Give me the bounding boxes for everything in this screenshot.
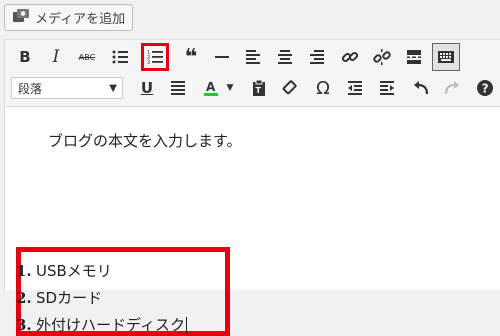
outdent-button[interactable] <box>341 74 369 102</box>
list-item-text: USBメモリ <box>36 262 112 280</box>
add-media-button[interactable]: メディアを追加 <box>4 4 133 31</box>
bulleted-list-icon <box>112 50 128 64</box>
text-color-icon: A <box>204 80 218 96</box>
undo-button[interactable] <box>407 74 435 102</box>
align-left-icon <box>246 50 260 64</box>
unlink-icon <box>373 49 391 65</box>
svg-text:T: T <box>256 86 262 95</box>
horizontal-line-button[interactable] <box>208 43 236 71</box>
bold-button[interactable]: B <box>11 43 39 71</box>
undo-icon <box>414 81 429 95</box>
format-select[interactable]: 段落 ▼ <box>11 77 123 99</box>
keyboard-icon <box>438 51 454 63</box>
align-center-icon <box>278 50 292 64</box>
list-item-text: SDカード <box>36 289 103 307</box>
chevron-down-icon: ▼ <box>109 83 117 94</box>
clear-formatting-button[interactable] <box>277 74 305 102</box>
numbered-list-button[interactable]: 123 <box>141 43 169 71</box>
justify-button[interactable] <box>164 74 192 102</box>
help-icon: ? <box>477 80 493 96</box>
horizontal-line-icon <box>215 56 229 58</box>
insert-link-button[interactable] <box>336 43 364 71</box>
body-paragraph: ブログの本文を入力します。 <box>48 132 242 150</box>
text-color-dropdown[interactable]: ▼ <box>223 74 237 102</box>
svg-text:A: A <box>206 80 216 94</box>
list-item-number: 1. <box>16 262 32 280</box>
align-right-icon <box>310 50 324 64</box>
list-item: 3. 外付けハードディスク <box>16 314 187 335</box>
svg-text:?: ? <box>482 82 489 96</box>
redo-button[interactable] <box>438 74 466 102</box>
svg-text:3: 3 <box>147 60 150 66</box>
align-center-button[interactable] <box>271 43 299 71</box>
add-media-label: メディアを追加 <box>35 12 126 27</box>
list-item: 1. USBメモリ <box>16 260 112 281</box>
link-icon <box>341 51 359 63</box>
paste-as-text-button[interactable]: T <box>245 74 273 102</box>
italic-button[interactable]: I <box>42 43 70 71</box>
list-item-number: 2. <box>16 289 32 307</box>
indent-button[interactable] <box>373 74 401 102</box>
remove-link-button[interactable] <box>368 43 396 71</box>
read-more-button[interactable] <box>400 43 428 71</box>
eraser-icon <box>282 80 297 95</box>
editor-content[interactable]: ブログの本文を入力します。 1. USBメモリ 2. SDカード 3. 外付けハードデ… <box>5 107 500 336</box>
toolbar-toggle-button[interactable] <box>432 43 460 71</box>
read-more-icon <box>407 50 421 64</box>
blockquote-button[interactable]: ❝ <box>177 43 205 71</box>
help-button[interactable]: ? <box>471 74 499 102</box>
text-color-button[interactable]: A <box>197 74 225 102</box>
media-camera-icon <box>12 8 30 28</box>
justify-icon <box>171 81 185 95</box>
redo-icon <box>444 81 459 95</box>
indent-icon <box>380 81 394 95</box>
format-select-value: 段落 <box>18 81 43 96</box>
align-right-button[interactable] <box>303 43 331 71</box>
strikethrough-button[interactable]: ABC <box>73 43 101 71</box>
editor: B I ABC 123 ❝ 段落 ▼ U A ▼ T Ω ? ブログの本文を入力… <box>4 39 500 336</box>
numbered-list-icon: 123 <box>147 50 163 66</box>
align-left-button[interactable] <box>239 43 267 71</box>
outdent-icon <box>348 81 362 95</box>
list-item-number: 3. <box>16 316 32 334</box>
underline-button[interactable]: U <box>133 74 161 102</box>
special-character-button[interactable]: Ω <box>309 74 337 102</box>
list-item: 2. SDカード <box>16 287 102 308</box>
list-item-text: 外付けハードディスク <box>36 316 185 334</box>
editor-toolbar: B I ABC 123 ❝ 段落 ▼ U A ▼ T Ω ? <box>5 40 500 107</box>
clipboard-icon: T <box>253 79 265 96</box>
bulleted-list-button[interactable] <box>106 43 134 71</box>
text-cursor <box>185 317 187 334</box>
